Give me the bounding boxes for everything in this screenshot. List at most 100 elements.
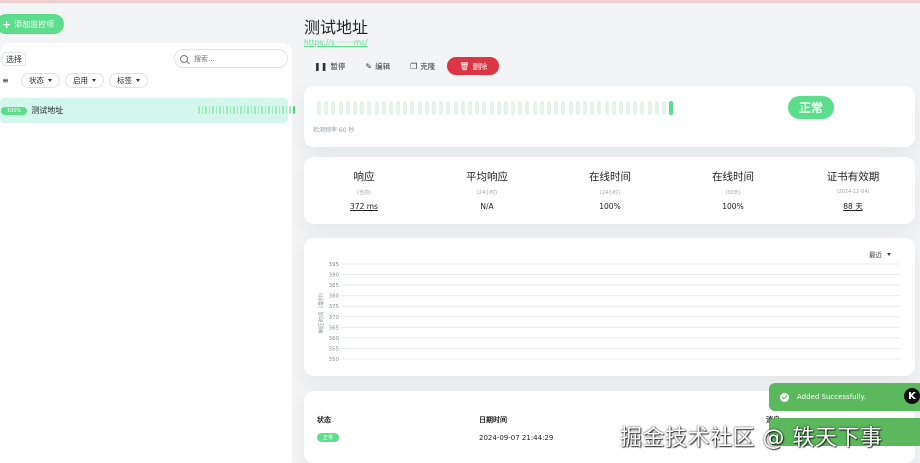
stat-label: 证书有效期 (826, 171, 880, 183)
trash-icon: 🗑 (459, 61, 470, 71)
heartbeat-beat[interactable] (496, 101, 501, 115)
heartbeat-beat[interactable] (539, 101, 544, 115)
heartbeat-beat[interactable] (331, 101, 336, 115)
clone-icon: ❐ (410, 61, 418, 71)
y-axis-label: 响应时间（毫秒） (317, 289, 325, 333)
heartbeat-beat[interactable] (324, 101, 329, 115)
monitor-list-item[interactable]: 100% 测试地址 (0, 98, 295, 123)
heartbeat-beat[interactable] (439, 101, 444, 115)
heartbeat-beat[interactable] (388, 101, 393, 115)
filter-status-dropdown[interactable]: 状态 (21, 72, 60, 88)
mini-heartbeat-beat (208, 106, 210, 114)
heartbeat-beat[interactable] (597, 101, 602, 115)
mini-heartbeat-beat (268, 106, 270, 114)
heartbeat-beat[interactable] (417, 101, 422, 115)
select-toggle[interactable]: 选择 (2, 52, 26, 66)
search-input[interactable] (194, 54, 274, 63)
heartbeat-beat[interactable] (396, 101, 401, 115)
stat-label: 在线时间 (589, 171, 631, 183)
stats-card: 响应 (当前) 372 ms 平均响应 (24小时) N/A 在线时间 (24小… (304, 157, 915, 224)
heartbeat-beat[interactable] (582, 101, 587, 115)
success-toast[interactable]: Added Successfully. (769, 383, 920, 411)
y-tick-label: 375 (329, 304, 340, 310)
heartbeat-beat[interactable] (338, 101, 343, 115)
heartbeat-beat[interactable] (604, 101, 609, 115)
heartbeat-beat[interactable] (590, 101, 595, 115)
heartbeat-beat[interactable] (381, 101, 386, 115)
heartbeat-beat[interactable] (626, 101, 631, 115)
monitor-url-link[interactable]: https://s········ms/ (304, 38, 368, 47)
add-monitor-button[interactable]: + 添加监控项 (0, 14, 65, 34)
add-monitor-label: 添加监控项 (14, 19, 55, 29)
heartbeat-beat[interactable] (575, 101, 580, 115)
heartbeat-beat[interactable] (554, 101, 559, 115)
heartbeat-beat[interactable] (611, 101, 616, 115)
heartbeat-beat[interactable] (633, 101, 638, 115)
pause-button[interactable]: ❚❚ 暂停 (306, 57, 353, 75)
monitor-sidebar: + 添加监控项 选择 ≡ 状态 启用 标签 100% (0, 3, 295, 463)
heartbeat-bar (317, 101, 674, 115)
stat-value: 100% (599, 202, 621, 211)
stat-uptime-30d: 在线时间 (30天) 100% (673, 169, 793, 211)
heartbeat-beat[interactable] (432, 101, 436, 115)
select-label: 选择 (6, 54, 22, 64)
heartbeat-beat[interactable] (654, 101, 659, 115)
mini-heartbeat-beat (240, 106, 242, 114)
column-header-datetime: 日期时间 (479, 416, 507, 424)
heartbeat-beat[interactable] (446, 101, 451, 115)
filter-tags-dropdown[interactable]: 标签 (109, 72, 148, 88)
edit-icon: ✎ (365, 61, 373, 71)
heartbeat-beat[interactable] (547, 101, 551, 115)
pause-label: 暂停 (330, 61, 346, 71)
heartbeat-beat[interactable] (403, 101, 408, 115)
heartbeat-beat[interactable] (460, 101, 465, 115)
heartbeat-beat[interactable] (424, 101, 429, 115)
heartbeat-beat[interactable] (532, 101, 537, 115)
heartbeat-beat[interactable] (568, 101, 573, 115)
edit-button[interactable]: ✎ 编辑 (357, 57, 398, 75)
search-box[interactable] (174, 49, 288, 68)
stat-label: 在线时间 (712, 171, 754, 183)
heartbeat-beat[interactable] (317, 101, 321, 115)
heartbeat-beat[interactable] (345, 101, 350, 115)
event-datetime: 2024-09-07 21:44:29 (479, 434, 554, 442)
mini-heartbeat-beat (198, 106, 200, 114)
stat-value[interactable]: 372 ms (304, 202, 424, 211)
heartbeat-beat[interactable] (511, 101, 516, 115)
y-tick-label: 355 (329, 346, 340, 352)
heartbeat-beat[interactable] (410, 101, 415, 115)
monitor-toolbar: ❚❚ 暂停 ✎ 编辑 ❐ 克隆 🗑 删除 (306, 57, 500, 75)
heartbeat-beat[interactable] (467, 101, 472, 115)
heartbeat-beat[interactable] (453, 101, 458, 115)
heartbeat-beat[interactable] (367, 101, 372, 115)
mini-heartbeat-beat (205, 106, 207, 114)
filter-icon[interactable]: ≡ (2, 76, 16, 85)
heartbeat-beat[interactable] (360, 101, 365, 115)
stat-value: 100% (722, 202, 744, 211)
heartbeat-beat[interactable] (352, 101, 357, 115)
heartbeat-beat[interactable] (618, 101, 623, 115)
heartbeat-beat[interactable] (374, 101, 379, 115)
k-logo-icon: K (904, 388, 920, 404)
toast-message: Added Successfully. (797, 393, 866, 401)
heartbeat-beat[interactable] (475, 101, 480, 115)
heartbeat-beat[interactable] (489, 101, 494, 115)
heartbeat-beat[interactable] (561, 101, 566, 115)
mini-heartbeat-beat (261, 106, 263, 114)
clone-button[interactable]: ❐ 克隆 (402, 57, 443, 75)
chevron-down-icon (92, 78, 96, 82)
heartbeat-beat[interactable] (662, 101, 666, 115)
delete-button[interactable]: 🗑 删除 (447, 57, 500, 75)
heartbeat-beat[interactable] (482, 101, 487, 115)
heartbeat-beat[interactable] (518, 101, 523, 115)
stat-value[interactable]: 88 天 (793, 201, 913, 212)
heartbeat-beat[interactable] (669, 101, 674, 115)
delete-label: 删除 (472, 61, 488, 71)
heartbeat-beat[interactable] (525, 101, 530, 115)
stat-sub: (2024-12-04) (836, 189, 870, 195)
heartbeat-beat[interactable] (647, 101, 652, 115)
heartbeat-beat[interactable] (503, 101, 508, 115)
filter-active-dropdown[interactable]: 启用 (65, 72, 104, 88)
filter-bar: ≡ 状态 启用 标签 (2, 72, 148, 88)
heartbeat-beat[interactable] (640, 101, 645, 115)
